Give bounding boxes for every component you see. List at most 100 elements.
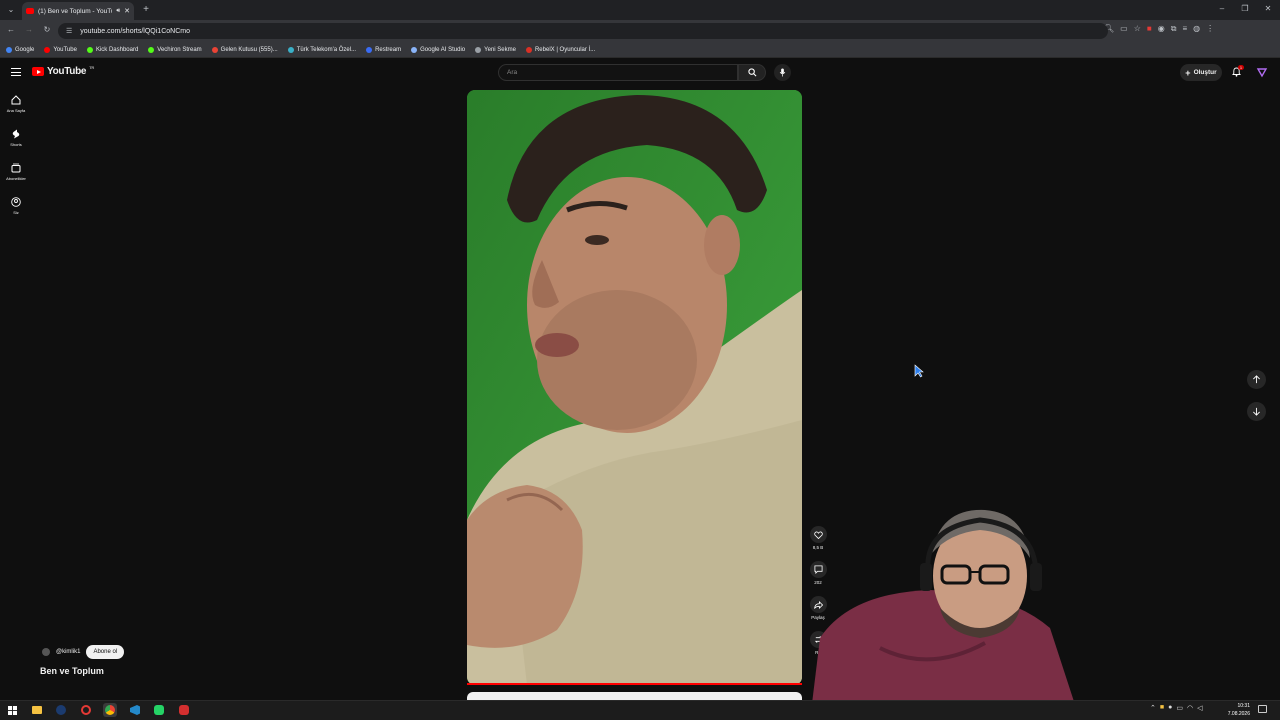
youtube-play-icon [32, 67, 44, 76]
logo-text: YouTube [47, 66, 87, 77]
url-text: youtube.com/shorts/lQQi1CoNCmo [80, 27, 190, 35]
taskbar-whatsapp[interactable] [152, 703, 166, 717]
bookmarks-bar: Google YouTube Kick Dashboard Vechiron Stre… [0, 42, 1280, 58]
record-icon [179, 705, 189, 715]
bookmark-item[interactable]: Kick Dashboard [86, 46, 138, 53]
browser-tabstrip: ⌄ (1) Ben ve Toplum - YouTube 🔊︎ ✕ + – ❐… [0, 0, 1280, 20]
short-title[interactable]: Ben ve Toplum [40, 666, 104, 676]
bookmark-item[interactable]: Restream [366, 46, 402, 53]
bookmark-favicon-icon [6, 46, 12, 53]
bookmark-item[interactable]: Google AI Studio [411, 46, 465, 53]
bookmark-item[interactable]: Türk Telekom'a Özel... [287, 46, 357, 53]
tray-mic-icon[interactable]: ● [1168, 704, 1172, 712]
create-button[interactable]: + Oluştur [1180, 64, 1222, 81]
audio-icon[interactable]: 🔊︎ [116, 8, 120, 15]
menu-hamburger-icon[interactable] [11, 68, 21, 76]
search-placeholder: Ara [507, 69, 518, 76]
arrow-up-icon [1253, 375, 1260, 384]
bookmark-favicon-icon [475, 46, 482, 53]
system-tray: ⌃ ■ ● ▭ ◠ ◁ [1150, 704, 1202, 712]
bookmark-label: YouTube [53, 46, 77, 53]
address-bar[interactable]: ☰ youtube.com/shorts/lQQi1CoNCmo [58, 23, 1108, 39]
sidebar-item-label: Siz [13, 210, 19, 215]
new-tab-button[interactable]: + [139, 4, 153, 15]
previous-short-button[interactable] [1247, 370, 1266, 389]
shorts-video-player[interactable] [467, 90, 802, 685]
media-icon[interactable]: ≡ [1182, 24, 1187, 34]
account-avatar[interactable] [1255, 65, 1269, 79]
bookmark-label: Restream [375, 46, 402, 53]
windows-logo-icon [7, 705, 17, 715]
menu-icon[interactable]: ⋮ [1206, 24, 1214, 34]
taskbar-chrome[interactable] [103, 703, 117, 717]
tray-chevron-icon[interactable]: ⌃ [1150, 704, 1156, 712]
browser-tab-active[interactable]: (1) Ben ve Toplum - YouTube 🔊︎ ✕ [22, 2, 134, 20]
tab-close-icon[interactable]: ✕ [124, 7, 130, 15]
taskbar-app-red[interactable] [79, 703, 93, 717]
sidebar-item-you[interactable]: Siz [2, 197, 30, 215]
reload-button[interactable]: ↻ [40, 25, 54, 34]
bookmark-item[interactable]: Vechiron Stream [148, 46, 202, 53]
sidebar-item-shorts[interactable]: Shorts [2, 129, 30, 147]
folder-icon [32, 706, 42, 714]
sidebar-item-label: Abonelikler [6, 176, 26, 181]
microphone-icon [779, 68, 786, 77]
bookmark-star-icon[interactable]: ☆ [1134, 24, 1141, 34]
taskbar-vscode[interactable] [128, 703, 142, 717]
tab-title: (1) Ben ve Toplum - YouTube [38, 7, 112, 15]
bookmark-item[interactable]: YouTube [44, 46, 77, 53]
tray-app-icon[interactable]: ■ [1160, 704, 1164, 712]
extension-red-icon[interactable]: ■ [1147, 24, 1152, 34]
tray-volume-icon[interactable]: ◁ [1197, 704, 1202, 712]
bookmark-item[interactable]: Google [6, 46, 34, 53]
windows-taskbar [0, 700, 1280, 720]
search-button[interactable] [738, 64, 766, 81]
sidebar-item-label: Ana Sayfa [6, 108, 26, 113]
taskbar-clock[interactable]: 10:31 7.08.2026 [1222, 702, 1250, 718]
tab-search-icon[interactable]: ⌄ [4, 5, 18, 14]
close-window-button[interactable]: ✕ [1261, 4, 1275, 13]
search-input[interactable]: Ara [498, 64, 738, 81]
extension-icon[interactable]: ◉ [1158, 24, 1165, 34]
sidebar-item-subscriptions[interactable]: Abonelikler [2, 163, 30, 181]
bookmark-favicon-icon [366, 46, 373, 53]
steam-icon [56, 705, 66, 715]
site-info-icon[interactable]: ☰ [66, 27, 72, 35]
profile-icon[interactable]: ◍ [1193, 24, 1200, 34]
taskbar-record-app[interactable] [177, 703, 191, 717]
taskbar-file-explorer[interactable] [30, 703, 44, 717]
start-button[interactable] [5, 703, 19, 717]
install-icon[interactable]: ▭ [1120, 24, 1128, 34]
tray-network-icon[interactable]: ▭ [1176, 704, 1183, 712]
taskbar-steam[interactable] [54, 703, 68, 717]
restore-button[interactable]: ❐ [1238, 4, 1252, 13]
arrow-down-icon [1253, 407, 1260, 416]
minimize-button[interactable]: – [1215, 4, 1229, 13]
shorts-icon [12, 129, 20, 139]
voice-search-button[interactable] [774, 64, 791, 81]
back-button[interactable]: ← [4, 25, 18, 34]
channel-handle[interactable]: @kimlik1 [56, 649, 80, 655]
bookmark-item[interactable]: Yeni Sekme [475, 46, 516, 53]
channel-avatar[interactable] [42, 648, 50, 656]
bookmark-favicon-icon [525, 46, 532, 53]
notification-center-icon[interactable] [1258, 705, 1267, 713]
clock-time: 10:31 [1237, 703, 1250, 709]
subscribe-button[interactable]: Abone ol [86, 645, 125, 659]
next-short-button[interactable] [1247, 402, 1266, 421]
region-code: TR [89, 65, 94, 70]
video-progress-bar[interactable] [467, 683, 802, 685]
bookmark-item[interactable]: RebelX | Oyuncular İ... [525, 46, 595, 53]
tray-wifi-icon[interactable]: ◠ [1187, 704, 1193, 712]
sidebar-item-home[interactable]: Ana Sayfa [2, 95, 30, 113]
extensions-puzzle-icon[interactable]: ⧉ [1171, 24, 1177, 34]
bookmark-favicon-icon [44, 46, 51, 53]
bookmark-label: Türk Telekom'a Özel... [296, 46, 357, 53]
bookmark-favicon-icon [148, 46, 155, 53]
app-icon [81, 705, 91, 715]
you-icon [11, 197, 21, 207]
youtube-logo[interactable]: YouTube TR [32, 65, 94, 77]
whatsapp-icon [154, 705, 164, 715]
bookmark-item[interactable]: Gelen Kutusu (555)... [211, 46, 278, 53]
forward-button[interactable]: → [22, 25, 36, 34]
